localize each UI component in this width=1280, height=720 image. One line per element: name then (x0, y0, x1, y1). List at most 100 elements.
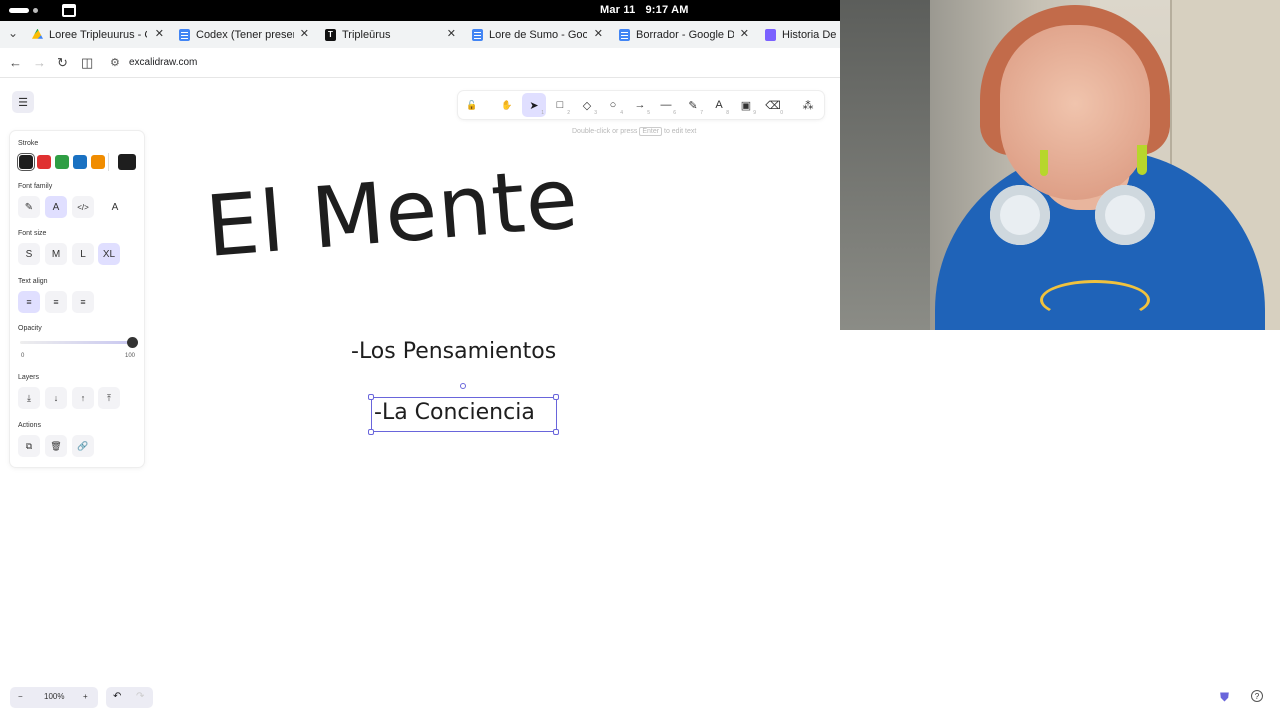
headphone-left (990, 185, 1050, 245)
tab-label: Historia De Lo (782, 28, 840, 41)
zoom-out-button[interactable]: − (18, 692, 23, 701)
canvas-extension[interactable] (840, 330, 1280, 720)
send-backward-button[interactable]: ↓ (45, 387, 67, 409)
tab-close-icon[interactable]: ✕ (155, 27, 164, 40)
zoom-level[interactable]: 100% (44, 692, 64, 701)
stroke-swatch-blue[interactable] (73, 155, 87, 169)
opacity-slider[interactable] (20, 341, 132, 344)
image-tool[interactable]: ▣ 9 (734, 93, 758, 117)
hand-icon: ✋ (501, 99, 513, 110)
align-center-button[interactable]: ≡ (45, 291, 67, 313)
hand-tool[interactable]: ✋ (495, 93, 519, 117)
font-more-button[interactable]: A (104, 196, 126, 218)
canvas-text-pensamientos[interactable]: -Los Pensamientos (351, 339, 556, 364)
help-icon[interactable]: ? (1251, 690, 1263, 702)
window-icon[interactable] (62, 4, 76, 17)
canvas-text-conciencia[interactable]: -La Conciencia (374, 400, 535, 425)
font-hand-drawn-button[interactable]: ✎ (18, 196, 40, 218)
back-arrow-icon[interactable]: ← (9, 55, 22, 70)
shapes-library-icon: ⁂ (802, 99, 814, 112)
eraser-icon: ⌫ (765, 99, 781, 112)
url-field[interactable]: excalidraw.com (129, 57, 197, 68)
align-left-button[interactable]: ≡ (18, 291, 40, 313)
font-normal-button[interactable]: A (45, 196, 67, 218)
tab-tripleurus[interactable]: T Tripleūrus ✕ (325, 21, 456, 48)
draw-tool[interactable]: ✎ 7 (681, 93, 705, 117)
bring-forward-icon: ↑ (80, 393, 86, 403)
font-size-xl[interactable]: XL (98, 243, 120, 265)
resize-handle-ne[interactable] (553, 394, 559, 400)
docs-icon (472, 28, 483, 41)
resize-handle-nw[interactable] (368, 394, 374, 400)
opacity-label: Opacity (18, 325, 42, 332)
extra-tools-button[interactable]: ⁂ (796, 93, 820, 117)
layers-label: Layers (18, 374, 40, 381)
diamond-tool[interactable]: ◇ 3 (575, 93, 599, 117)
font-size-m[interactable]: M (45, 243, 67, 265)
rectangle-tool[interactable]: □ 2 (548, 93, 572, 117)
tab-codex[interactable]: Codex (Tener presente ✕ (179, 21, 309, 48)
shortcut-key: 9 (753, 110, 756, 116)
duplicate-button[interactable]: ⧉ (18, 435, 40, 457)
resize-handle-se[interactable] (553, 429, 559, 435)
site-settings-icon[interactable]: ⚙ (110, 56, 120, 69)
tab-lore-de-sumo[interactable]: Lore de Sumo - Googl ✕ (472, 21, 603, 48)
system-bar: Mar 11 9:17 AM (0, 0, 840, 21)
tab-list-chevron-icon[interactable]: ⌄ (8, 26, 18, 40)
webcam-video-feed (840, 0, 1280, 330)
ellipse-tool[interactable]: ○ 4 (601, 93, 625, 117)
delete-button[interactable]: 🗑 (45, 435, 67, 457)
bring-to-front-button[interactable]: ⤒ (98, 387, 120, 409)
tab-close-icon[interactable]: ✕ (594, 27, 603, 40)
font-code-button[interactable]: </> (72, 196, 94, 218)
activities-indicator[interactable] (9, 8, 29, 13)
tab-close-icon[interactable]: ✕ (300, 27, 309, 40)
tab-historia[interactable]: Historia De Lo (765, 21, 840, 48)
code-icon: </> (77, 202, 89, 212)
undo-button[interactable]: ↶ (113, 691, 121, 702)
forward-arrow-icon[interactable]: → (33, 55, 46, 70)
undo-redo-controls: ↶ ↷ (106, 687, 153, 708)
zoom-in-button[interactable]: + (83, 692, 88, 701)
stroke-swatch-green[interactable] (55, 155, 69, 169)
eraser-tool[interactable]: ⌫ 0 (761, 93, 785, 117)
resize-handle-sw[interactable] (368, 429, 374, 435)
tab-borrador[interactable]: Borrador - Google Do ✕ (619, 21, 749, 48)
reload-icon[interactable]: ↻ (57, 55, 68, 71)
workspace-dot[interactable] (33, 8, 38, 13)
font-size-s[interactable]: S (18, 243, 40, 265)
rotation-handle[interactable] (460, 383, 466, 389)
lock-tool[interactable]: 🔓 (460, 93, 484, 117)
split-view-icon[interactable]: ◫ (81, 55, 93, 71)
t-icon: T (325, 28, 336, 41)
font-size-l[interactable]: L (72, 243, 94, 265)
bring-forward-button[interactable]: ↑ (72, 387, 94, 409)
main-menu-button[interactable]: ☰ (12, 91, 34, 113)
shield-icon[interactable]: ⛊ (1220, 690, 1229, 705)
opacity-slider-thumb[interactable] (126, 337, 138, 348)
hamburger-icon: ☰ (18, 96, 28, 109)
headphone-right (1095, 185, 1155, 245)
send-to-back-button[interactable]: ⤓ (18, 387, 40, 409)
link-button[interactable]: 🔗 (72, 435, 94, 457)
stroke-swatch-red[interactable] (37, 155, 51, 169)
tab-label: Lore de Sumo - Googl (489, 28, 587, 41)
align-right-button[interactable]: ≡ (72, 291, 94, 313)
stroke-current-color[interactable] (118, 154, 136, 170)
line-tool[interactable]: —6 (654, 93, 678, 117)
selection-tool[interactable]: ➤ 1 (522, 93, 546, 117)
lock-icon: 🔓 (466, 99, 478, 110)
system-clock[interactable]: Mar 11 9:17 AM (600, 4, 699, 16)
text-tool[interactable]: A8 (707, 93, 731, 117)
send-to-back-icon: ⤓ (27, 392, 31, 403)
tab-close-icon[interactable]: ✕ (447, 27, 456, 40)
tab-loree-tripleuurus[interactable]: Loree Tripleuurus - Go ✕ (32, 21, 164, 48)
stroke-swatch-orange[interactable] (91, 155, 105, 169)
hint-text-after: to edit text (664, 128, 697, 135)
arrow-tool[interactable]: → 5 (628, 93, 652, 117)
tab-close-icon[interactable]: ✕ (740, 27, 749, 40)
redo-button[interactable]: ↷ (136, 691, 144, 702)
shortcut-key: 1 (541, 110, 544, 116)
hint-key: Enter (639, 127, 663, 136)
stroke-swatch-black[interactable] (19, 155, 33, 169)
